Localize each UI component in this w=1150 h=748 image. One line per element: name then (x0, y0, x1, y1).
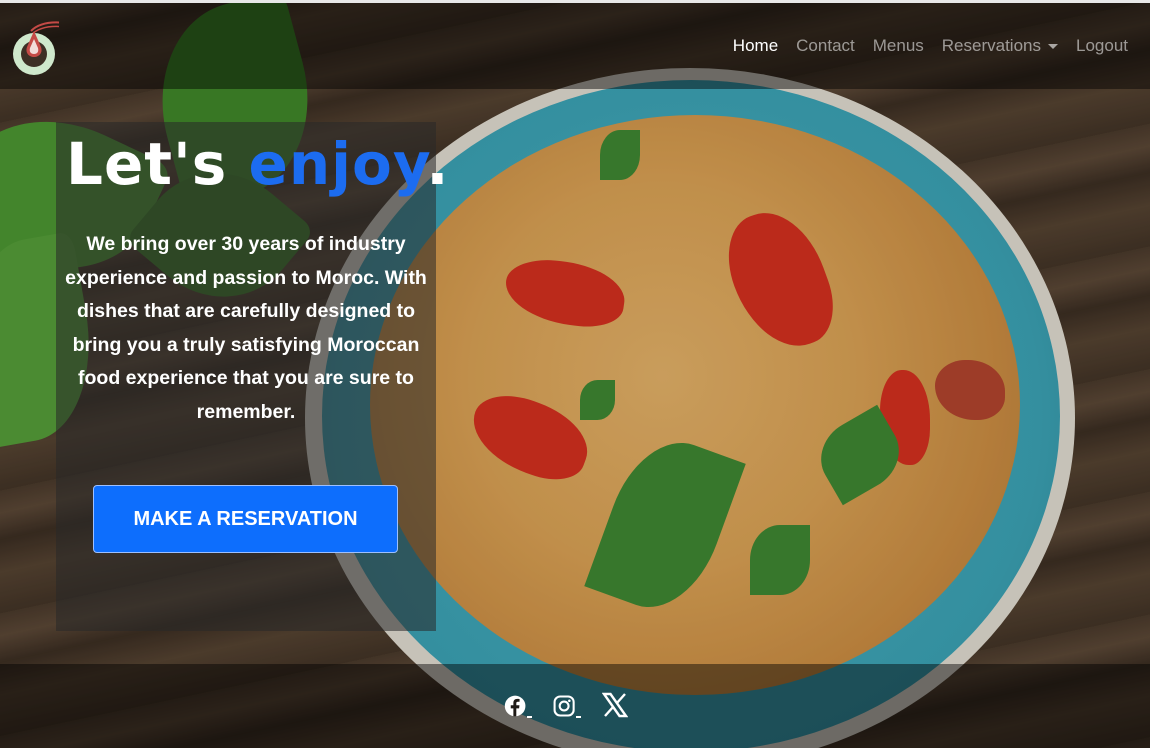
x-twitter-icon[interactable] (602, 692, 630, 720)
navbar: Home Contact Menus Reservations Logout (0, 3, 1150, 89)
hero-description: We bring over 30 years of industry exper… (65, 233, 427, 423)
link-underline (527, 716, 532, 718)
caret-down-icon (1048, 44, 1058, 50)
hero-title-end: . (426, 130, 450, 198)
nav-home[interactable]: Home (733, 36, 778, 56)
hero-title: Let's enjoy. (66, 130, 448, 198)
nav-reservations-dropdown[interactable]: Reservations (942, 36, 1058, 56)
make-reservation-button[interactable]: MAKE A RESERVATION (93, 485, 398, 553)
nav-links: Home Contact Menus Reservations Logout (715, 36, 1128, 56)
link-underline (576, 716, 581, 718)
nav-menus[interactable]: Menus (873, 36, 924, 56)
tagine-logo-icon[interactable] (11, 17, 78, 77)
hero-card: Let's enjoy. We bring over 30 years of i… (56, 122, 448, 631)
instagram-icon[interactable] (553, 692, 581, 720)
facebook-icon[interactable] (504, 692, 532, 720)
nav-reservations-label: Reservations (941, 36, 1041, 55)
hero-title-start: Let's (66, 130, 249, 198)
social-links (504, 692, 651, 720)
nav-logout[interactable]: Logout (1076, 36, 1128, 56)
nav-contact[interactable]: Contact (796, 36, 855, 56)
hero-title-accent: enjoy (248, 130, 427, 198)
